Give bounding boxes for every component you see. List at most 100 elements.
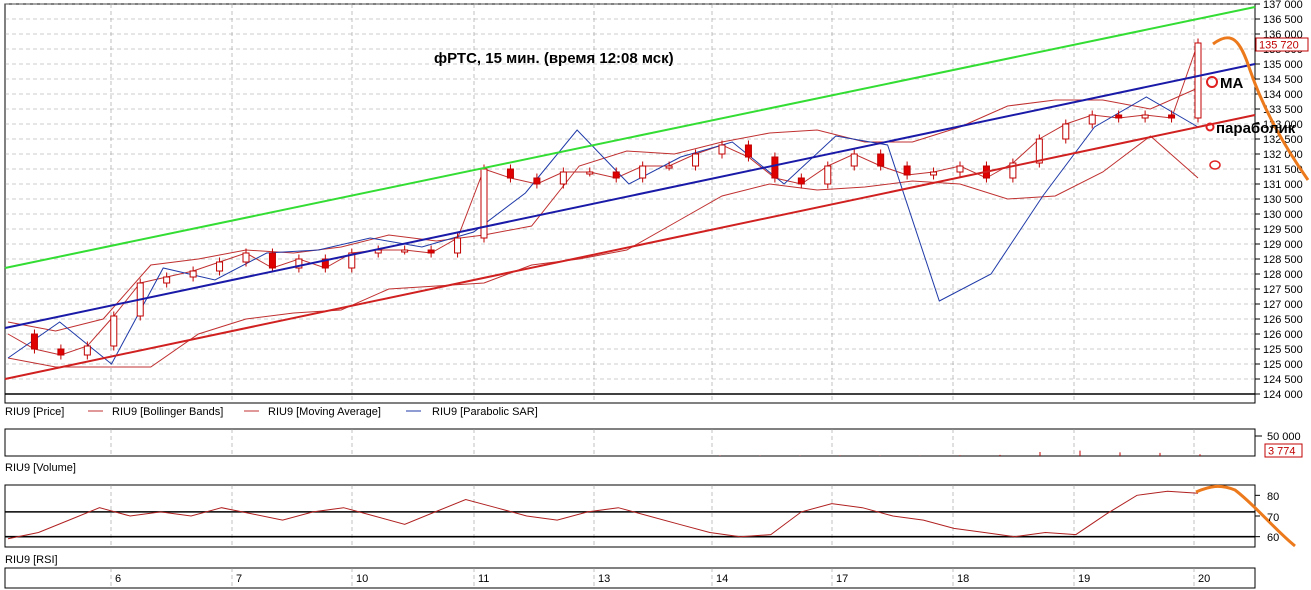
chart-canvas: 124 000 124 500 125 000 125 500 126 000 126 5… xyxy=(4,0,1310,589)
price-tick-label: 124 000 xyxy=(1263,389,1303,401)
rsi-tick-60: 60 xyxy=(1267,532,1279,544)
price-tick-label: 129 500 xyxy=(1263,224,1303,236)
trend-line-blue xyxy=(4,63,1256,329)
candle-body xyxy=(533,177,541,185)
candle-body xyxy=(242,252,250,263)
day-label: 14 xyxy=(716,573,728,585)
price-tick-label: 125 000 xyxy=(1263,359,1303,371)
price-tick-label: 136 500 xyxy=(1263,14,1303,26)
volume-tick-50000: 50 000 xyxy=(1267,431,1301,443)
candle-body xyxy=(718,144,726,155)
day-label: 13 xyxy=(598,573,610,585)
annotation-parabolic: параболик xyxy=(1216,120,1296,137)
price-tick-label: 127 500 xyxy=(1263,284,1303,296)
rsi-tick-70: 70 xyxy=(1267,512,1279,524)
bollinger-bands xyxy=(7,87,1199,368)
price-legend: RIU9 [Price] RIU9 [Bollinger Bands] RIU9… xyxy=(5,406,538,418)
candle-body xyxy=(30,333,38,350)
price-tick-label: 124 500 xyxy=(1263,374,1303,386)
candle-body xyxy=(427,249,435,254)
candle-body xyxy=(930,171,938,176)
price-tick-label: 130 000 xyxy=(1263,209,1303,221)
price-tick-label: 131 000 xyxy=(1263,179,1303,191)
candle-body xyxy=(216,261,224,272)
day-label: 17 xyxy=(836,573,848,585)
day-label: 7 xyxy=(236,573,242,585)
price-tick-label: 129 000 xyxy=(1263,239,1303,251)
trading-chart-window: 124 000 124 500 125 000 125 500 126 000 126 5… xyxy=(0,0,1311,590)
last-price-label: 135 720 xyxy=(1259,40,1299,52)
day-label: 18 xyxy=(957,573,969,585)
candle-body xyxy=(454,237,462,254)
price-tick-label: 134 500 xyxy=(1263,74,1303,86)
price-tick-label: 134 000 xyxy=(1263,89,1303,101)
candle-body xyxy=(903,165,911,176)
rsi-line xyxy=(7,490,1199,540)
time-axis-frame xyxy=(4,567,1256,589)
candle-body xyxy=(163,276,171,284)
bollinger-lower xyxy=(7,135,1199,368)
candle-body xyxy=(771,156,779,179)
candle-body xyxy=(1141,114,1149,119)
rsi-panel xyxy=(5,490,1260,540)
candle-body xyxy=(612,171,620,179)
sar-marker-circle xyxy=(1209,160,1221,170)
candle-body xyxy=(1168,114,1176,119)
volume-title: RIU9 [Volume] xyxy=(5,462,76,474)
chart-title: фРТС, 15 мин. (время 12:08 мск) xyxy=(434,50,674,67)
volume-last-label: 3 774 xyxy=(1268,446,1296,458)
candle-body xyxy=(559,171,567,185)
candle-body xyxy=(268,252,276,269)
candle-body xyxy=(83,345,91,356)
candle-body xyxy=(877,153,885,167)
candle-body xyxy=(639,165,647,179)
candle-body xyxy=(401,249,409,253)
bollinger-upper xyxy=(7,87,1199,332)
candle-body xyxy=(692,153,700,167)
candle-body xyxy=(1115,114,1123,119)
price-tick-label: 126 000 xyxy=(1263,329,1303,341)
price-tick-label: 126 500 xyxy=(1263,314,1303,326)
annotation-ma: MA xyxy=(1220,75,1243,92)
candle-body xyxy=(586,171,594,175)
rsi-title: RIU9 [RSI] xyxy=(5,554,58,566)
price-tick-label: 135 000 xyxy=(1263,59,1303,71)
day-grid xyxy=(110,4,1195,588)
legend-price: RIU9 [Price] xyxy=(5,406,64,418)
price-tick-label: 130 500 xyxy=(1263,194,1303,206)
day-label: 10 xyxy=(356,573,368,585)
candle-body xyxy=(850,153,858,167)
rsi-tick-80: 80 xyxy=(1267,491,1279,503)
candle-body xyxy=(57,348,65,356)
legend-bollinger: RIU9 [Bollinger Bands] xyxy=(112,406,223,418)
time-axis: 6 7 10 11 13 14 17 18 19 20 xyxy=(115,573,1210,585)
candle-body xyxy=(189,270,197,278)
candle-body xyxy=(797,177,805,185)
candle-body xyxy=(1062,123,1070,140)
candle-body xyxy=(1088,114,1096,125)
candle-body xyxy=(110,315,118,347)
candle-body xyxy=(1194,42,1202,119)
candle-body xyxy=(506,168,514,179)
day-label: 6 xyxy=(115,573,121,585)
day-label: 20 xyxy=(1198,573,1210,585)
price-tick-label: 128 500 xyxy=(1263,254,1303,266)
candle-body xyxy=(744,144,752,158)
day-label: 19 xyxy=(1078,573,1090,585)
price-tick-label: 125 500 xyxy=(1263,344,1303,356)
legend-moving-average: RIU9 [Moving Average] xyxy=(268,406,381,418)
candle-body xyxy=(824,165,832,185)
volume-bars xyxy=(719,450,1201,456)
candle-body xyxy=(665,165,673,169)
volume-panel-frame xyxy=(4,428,1256,457)
candle-body xyxy=(956,165,964,173)
ma-marker-circle xyxy=(1206,76,1218,88)
price-tick-label: 132 000 xyxy=(1263,149,1303,161)
price-tick-label: 137 000 xyxy=(1263,0,1303,11)
day-label: 11 xyxy=(478,573,489,585)
trend-line-red xyxy=(4,114,1256,380)
price-tick-label: 127 000 xyxy=(1263,299,1303,311)
price-tick-label: 128 000 xyxy=(1263,269,1303,281)
price-axis: 124 000 124 500 125 000 125 500 126 000 126 5… xyxy=(1255,0,1303,401)
legend-parabolic-sar: RIU9 [Parabolic SAR] xyxy=(432,406,538,418)
